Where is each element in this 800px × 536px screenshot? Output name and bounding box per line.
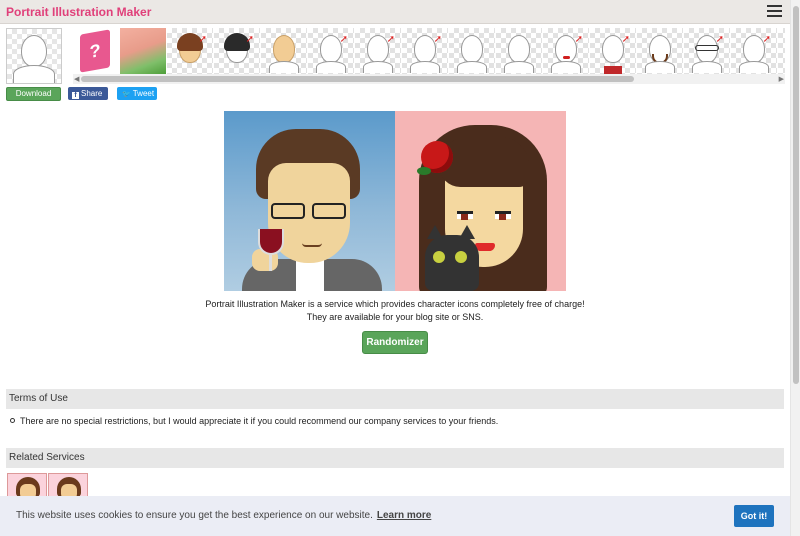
twitter-bird-icon: 🐦 bbox=[122, 91, 131, 98]
tweet-button[interactable]: 🐦 Tweet bbox=[117, 87, 157, 100]
parts-horizontal-scrollbar[interactable]: ◀ ▶ bbox=[73, 74, 785, 84]
part-beard[interactable] bbox=[637, 28, 683, 74]
cat-icon bbox=[425, 225, 479, 291]
parts-scroll-thumb[interactable] bbox=[81, 76, 634, 82]
cookie-text: This website uses cookies to ensure you … bbox=[16, 510, 373, 521]
facebook-share-button[interactable]: f Share bbox=[68, 87, 108, 100]
tweet-label: Tweet bbox=[132, 89, 155, 98]
download-button[interactable]: Download bbox=[6, 87, 61, 101]
scroll-left-icon[interactable]: ◀ bbox=[74, 75, 79, 83]
bullet-icon bbox=[10, 418, 15, 423]
part-hair-black[interactable]: ➚ bbox=[214, 28, 260, 74]
randomizer-button[interactable]: Randomizer bbox=[362, 331, 428, 354]
cookie-accept-button[interactable]: Got it! bbox=[734, 505, 774, 527]
cookie-message: This website uses cookies to ensure you … bbox=[16, 510, 431, 521]
brand-title[interactable]: Portrait Illustration Maker bbox=[6, 5, 151, 19]
intro-line-2: They are available for your blog site or… bbox=[306, 312, 484, 322]
page: Portrait Illustration Maker ? ➚ ➚ ➚ ➚ ➚ … bbox=[0, 0, 800, 536]
part-eyes-alt[interactable]: ➚ bbox=[355, 28, 401, 74]
hamburger-menu-icon[interactable] bbox=[767, 5, 782, 18]
sample-man-portrait bbox=[224, 111, 395, 291]
part-lips[interactable]: ➚ bbox=[543, 28, 589, 74]
share-label: Share bbox=[81, 89, 103, 98]
terms-text: There are no special restrictions, but I… bbox=[20, 416, 499, 426]
intro-line-1: Portrait Illustration Maker is a service… bbox=[205, 299, 585, 309]
intro-text: Portrait Illustration Maker is a service… bbox=[0, 298, 790, 324]
learn-more-link[interactable]: Learn more bbox=[377, 510, 431, 521]
help-book-icon[interactable]: ? bbox=[73, 28, 119, 74]
part-nose[interactable] bbox=[449, 28, 495, 74]
part-background[interactable] bbox=[120, 28, 166, 74]
facebook-icon: f bbox=[72, 92, 79, 99]
part-glasses[interactable]: ➚ bbox=[684, 28, 730, 74]
terms-list-item: There are no special restrictions, but I… bbox=[10, 416, 498, 426]
part-eyebrows[interactable]: ➚ bbox=[402, 28, 448, 74]
part-earrings[interactable] bbox=[778, 28, 785, 74]
current-portrait-preview[interactable] bbox=[6, 28, 62, 84]
scroll-right-icon[interactable]: ▶ bbox=[779, 75, 784, 83]
part-face-skin[interactable] bbox=[261, 28, 307, 74]
sample-portrait-illustration bbox=[224, 111, 566, 291]
sample-woman-portrait bbox=[395, 111, 566, 291]
part-shirt[interactable]: ➚ bbox=[590, 28, 636, 74]
page-vertical-scrollbar[interactable] bbox=[790, 0, 800, 536]
part-eyes[interactable]: ➚ bbox=[308, 28, 354, 74]
part-hair-brown[interactable]: ➚ bbox=[167, 28, 213, 74]
part-mouth[interactable] bbox=[496, 28, 542, 74]
part-glasses-alt[interactable]: ➚ bbox=[731, 28, 777, 74]
related-services-heading: Related Services bbox=[6, 448, 784, 468]
page-scroll-thumb[interactable] bbox=[793, 6, 799, 384]
cookie-consent-bar: This website uses cookies to ensure you … bbox=[0, 496, 790, 536]
header-bar: Portrait Illustration Maker bbox=[0, 0, 790, 24]
terms-of-use-heading: Terms of Use bbox=[6, 389, 784, 409]
